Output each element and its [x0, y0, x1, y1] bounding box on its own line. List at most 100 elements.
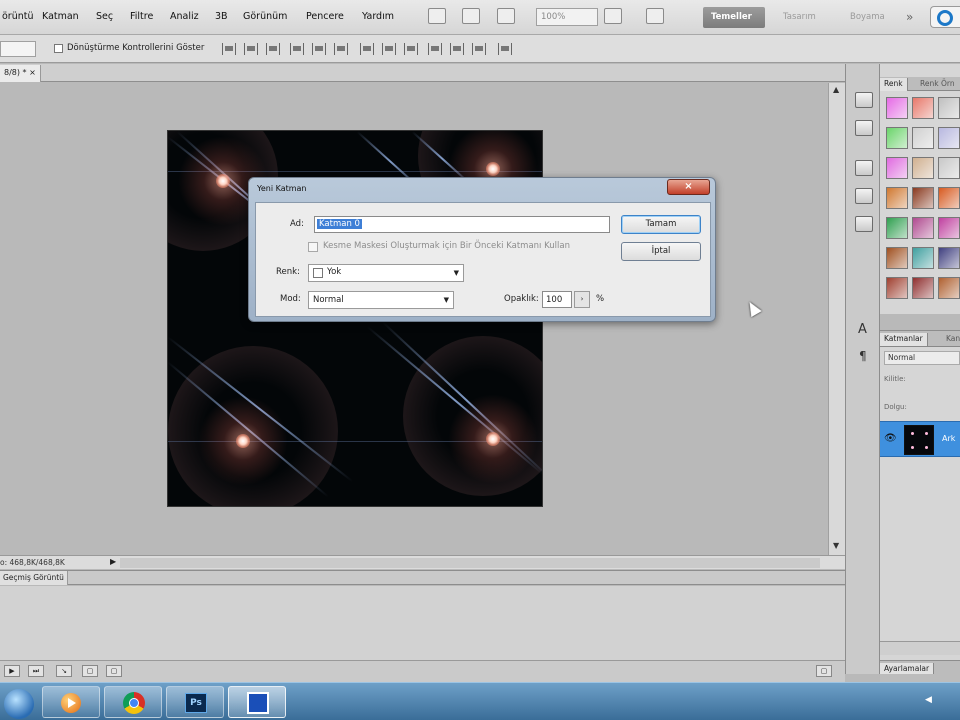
- style-swatch[interactable]: [886, 157, 908, 179]
- opacity-input[interactable]: 100: [542, 291, 572, 308]
- tool-presets-icon[interactable]: [855, 216, 873, 232]
- menu-3d[interactable]: 3B: [215, 11, 228, 22]
- style-swatch[interactable]: [938, 97, 960, 119]
- layer-color-select[interactable]: Yok ▼: [308, 264, 464, 282]
- style-swatch[interactable]: [912, 277, 934, 299]
- style-swatch[interactable]: [912, 97, 934, 119]
- style-swatch[interactable]: [938, 217, 960, 239]
- view-extras-icon[interactable]: [497, 8, 515, 24]
- taskbar-chrome[interactable]: [104, 686, 162, 718]
- distribute-right-icon[interactable]: [472, 43, 486, 55]
- style-swatch[interactable]: [938, 247, 960, 269]
- taskbar-active-app[interactable]: [228, 686, 286, 718]
- show-transform-controls-checkbox[interactable]: [54, 44, 63, 53]
- workspace-design-button[interactable]: Tasarım: [775, 7, 824, 28]
- delete-frame-icon[interactable]: ▢: [106, 665, 122, 677]
- cs-live-icon[interactable]: [930, 6, 960, 28]
- auto-align-icon[interactable]: [498, 43, 512, 55]
- style-swatch[interactable]: [912, 247, 934, 269]
- zoom-level-select[interactable]: 100%: [536, 8, 598, 26]
- style-swatch[interactable]: [886, 277, 908, 299]
- style-swatch[interactable]: [886, 217, 908, 239]
- align-bottom-icon[interactable]: [266, 43, 280, 55]
- align-vertical-center-icon[interactable]: [244, 43, 258, 55]
- horizontal-scrollbar[interactable]: [120, 558, 820, 568]
- align-right-icon[interactable]: [334, 43, 348, 55]
- tab-color[interactable]: Renk: [880, 78, 908, 91]
- status-menu-arrow-icon[interactable]: ▶: [110, 557, 116, 566]
- menu-view[interactable]: Görünüm: [243, 11, 287, 22]
- tray-expand-icon[interactable]: ◀: [925, 695, 932, 705]
- style-swatch[interactable]: [886, 247, 908, 269]
- distribute-center-icon[interactable]: [450, 43, 464, 55]
- play-icon[interactable]: ▶: [4, 665, 20, 677]
- panel-menu-icon[interactable]: ▢: [816, 665, 832, 677]
- history-panel-icon[interactable]: [855, 92, 873, 108]
- eye-icon[interactable]: 👁: [884, 433, 897, 444]
- align-horizontal-center-icon[interactable]: [312, 43, 326, 55]
- style-swatch[interactable]: [886, 97, 908, 119]
- align-left-icon[interactable]: [290, 43, 304, 55]
- blend-mode-select[interactable]: Normal ▼: [308, 291, 454, 309]
- style-swatch[interactable]: [938, 157, 960, 179]
- menu-window[interactable]: Pencere: [306, 11, 344, 22]
- menu-layer[interactable]: Katman: [42, 11, 79, 22]
- tool-preset-picker[interactable]: [0, 41, 36, 57]
- opacity-slider-button[interactable]: ›: [574, 291, 590, 308]
- taskbar-photoshop[interactable]: Ps: [166, 686, 224, 718]
- adjustments-panel: Ayarlamalar: [880, 660, 960, 682]
- tab-layers[interactable]: Katmanlar: [880, 333, 928, 346]
- taskbar-media-player[interactable]: [42, 686, 100, 718]
- style-swatch[interactable]: [938, 277, 960, 299]
- style-swatch[interactable]: [912, 217, 934, 239]
- style-swatch[interactable]: [938, 127, 960, 149]
- layer-blend-mode-select[interactable]: Normal: [884, 351, 960, 365]
- step-icon[interactable]: ⏭: [28, 665, 44, 677]
- workspace-painting-button[interactable]: Boyama: [842, 7, 893, 28]
- tab-swatches[interactable]: Renk Örn: [916, 78, 959, 91]
- style-swatch[interactable]: [912, 127, 934, 149]
- layer-name-input[interactable]: Katman 0: [314, 216, 610, 233]
- menu-help[interactable]: Yardım: [362, 11, 394, 22]
- document-tab[interactable]: 8/8) * ×: [0, 65, 41, 82]
- tab-channels[interactable]: Kan: [942, 333, 960, 346]
- style-swatch[interactable]: [938, 187, 960, 209]
- workspace-essentials-button[interactable]: Temeller: [703, 7, 765, 28]
- distribute-bottom-icon[interactable]: [404, 43, 418, 55]
- layer-row[interactable]: 👁 Ark: [880, 421, 960, 457]
- dialog-close-button[interactable]: ×: [667, 179, 710, 195]
- vertical-scrollbar[interactable]: ▲ ▼: [828, 83, 845, 555]
- more-workspaces-button[interactable]: »: [902, 7, 917, 28]
- character-panel-icon[interactable]: A: [858, 322, 867, 337]
- start-button[interactable]: [0, 686, 40, 719]
- style-swatch[interactable]: [912, 187, 934, 209]
- menu-filter[interactable]: Filtre: [130, 11, 153, 22]
- tween-icon[interactable]: ↘: [56, 665, 72, 677]
- scroll-up-icon[interactable]: ▲: [833, 85, 839, 94]
- scroll-down-icon[interactable]: ▼: [833, 541, 839, 550]
- paragraph-panel-icon[interactable]: ¶: [859, 349, 867, 363]
- menu-analysis[interactable]: Analiz: [170, 11, 199, 22]
- align-top-icon[interactable]: [222, 43, 236, 55]
- launch-bridge-icon[interactable]: [428, 8, 446, 24]
- clipping-mask-checkbox[interactable]: [308, 242, 318, 252]
- style-swatch[interactable]: [886, 187, 908, 209]
- cancel-button[interactable]: İptal: [621, 242, 701, 261]
- new-frame-icon[interactable]: ▢: [82, 665, 98, 677]
- style-swatch[interactable]: [912, 157, 934, 179]
- distribute-top-icon[interactable]: [360, 43, 374, 55]
- arrange-documents-icon[interactable]: [604, 8, 622, 24]
- actions-panel-icon[interactable]: [855, 120, 873, 136]
- style-swatch[interactable]: [886, 127, 908, 149]
- screen-mode-icon[interactable]: [646, 8, 664, 24]
- launch-minibridge-icon[interactable]: [462, 8, 480, 24]
- brush-presets-icon[interactable]: [855, 160, 873, 176]
- ok-button[interactable]: Tamam: [621, 215, 701, 234]
- history-tab[interactable]: Geçmiş Görüntü: [0, 571, 68, 585]
- distribute-left-icon[interactable]: [428, 43, 442, 55]
- tab-adjustments[interactable]: Ayarlamalar: [880, 663, 935, 674]
- menu-select[interactable]: Seç: [96, 11, 113, 22]
- menu-image[interactable]: örüntü: [2, 11, 34, 22]
- clone-source-icon[interactable]: [855, 188, 873, 204]
- distribute-middle-icon[interactable]: [382, 43, 396, 55]
